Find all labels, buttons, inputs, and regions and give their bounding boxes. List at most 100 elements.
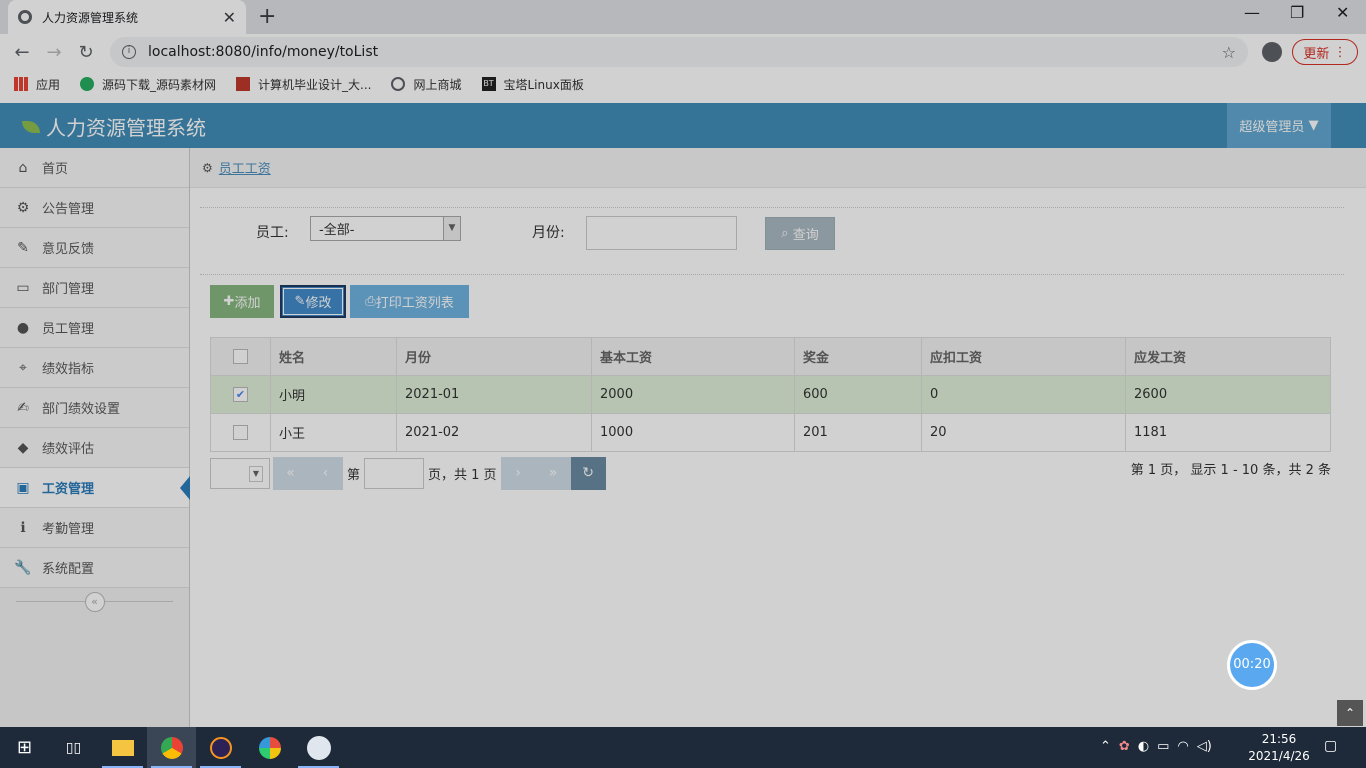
- bt-icon: BT: [481, 77, 496, 91]
- volume-icon[interactable]: ◁): [1197, 739, 1212, 754]
- site-info-icon[interactable]: i: [122, 45, 136, 59]
- sidebar-item-label: 绩效评估: [42, 442, 95, 457]
- table-cell: 2021-02: [396, 413, 592, 452]
- browser-tab[interactable]: 人力资源管理系统 ✕: [8, 0, 246, 34]
- query-button[interactable]: ⌕ 查询: [765, 217, 835, 250]
- row-checkbox[interactable]: [233, 425, 248, 440]
- update-button[interactable]: 更新 ⋮: [1292, 39, 1358, 65]
- edit-button[interactable]: ✎ 修改: [280, 285, 346, 318]
- bookmark-shop[interactable]: 网上商城: [391, 76, 462, 93]
- add-button[interactable]: ✚ 添加: [210, 285, 274, 318]
- prev-page-button[interactable]: ‹: [308, 457, 343, 490]
- month-label: 月份:: [532, 225, 565, 241]
- breadcrumb-link[interactable]: 员工工资: [219, 158, 271, 177]
- sidebar-item-home[interactable]: ⌂ 首页: [0, 148, 189, 188]
- sidebar-item-employee[interactable]: ● 员工管理: [0, 308, 189, 348]
- column-header[interactable]: 姓名: [270, 337, 397, 376]
- sidebar-item-label: 部门绩效设置: [42, 402, 121, 417]
- row-checkbox-checked[interactable]: ✔: [233, 387, 248, 402]
- month-input[interactable]: [586, 216, 737, 250]
- close-tab-icon[interactable]: ✕: [223, 8, 236, 27]
- sidebar-item-department[interactable]: ▭ 部门管理: [0, 268, 189, 308]
- paint-icon[interactable]: [245, 727, 294, 768]
- sidebar-item-label: 工资管理: [42, 482, 95, 497]
- notification-icon[interactable]: ▢: [1324, 738, 1337, 754]
- refresh-icon[interactable]: ↻: [570, 457, 606, 490]
- chrome-icon[interactable]: [147, 727, 196, 768]
- update-label: 更新: [1303, 46, 1330, 62]
- next-page-button[interactable]: ›: [500, 457, 536, 490]
- salary-table: 姓名 月份 基本工资 奖金 应扣工资 应发工资 ✔ 小明 2021-01 200…: [210, 337, 1331, 452]
- select-all-cell: [210, 337, 271, 376]
- first-page-button[interactable]: «: [273, 457, 308, 490]
- sidebar-item-notice[interactable]: ⚙ 公告管理: [0, 188, 189, 228]
- url-text[interactable]: localhost:8080/info/money/toList: [148, 44, 1222, 60]
- page-size-select[interactable]: ▼: [210, 458, 270, 489]
- minimize-icon[interactable]: —: [1244, 3, 1260, 22]
- table-row[interactable]: 小王 2021-02 1000 201 20 1181: [210, 413, 1331, 452]
- sidebar-item-evaluation[interactable]: ◆ 绩效评估: [0, 428, 189, 468]
- sidebar-item-dept-kpi[interactable]: ✍ 部门绩效设置: [0, 388, 189, 428]
- sidebar-item-kpi[interactable]: ⌖ 绩效指标: [0, 348, 189, 388]
- table-row[interactable]: ✔ 小明 2021-01 2000 600 0 2600: [210, 375, 1331, 414]
- bookmark-graduation[interactable]: 计算机毕业设计_大...: [236, 76, 371, 93]
- recording-timer[interactable]: 00:20: [1227, 640, 1277, 690]
- new-tab-icon[interactable]: +: [258, 4, 276, 29]
- page-info: 第 1 页， 显示 1 - 10 条，共 2 条: [1130, 463, 1331, 478]
- bookmark-label: 应用: [36, 77, 61, 92]
- column-header[interactable]: 月份: [396, 337, 592, 376]
- app-icon[interactable]: [294, 727, 343, 768]
- file-explorer-icon[interactable]: [98, 727, 147, 768]
- select-all-checkbox[interactable]: [233, 349, 248, 364]
- user-menu[interactable]: 超级管理员 ▼: [1227, 103, 1331, 148]
- print-salary-list-button[interactable]: ⎙ 打印工资列表: [350, 285, 469, 318]
- qq-icon[interactable]: ◐: [1138, 739, 1149, 754]
- bookmark-apps[interactable]: 应用: [14, 76, 60, 93]
- wifi-icon[interactable]: ◠: [1177, 739, 1188, 754]
- page-prefix: 第: [347, 468, 361, 483]
- bookmark-bt[interactable]: BT 宝塔Linux面板: [481, 76, 584, 93]
- app-brand[interactable]: 人力资源管理系统: [22, 112, 206, 141]
- table-cell: 201: [794, 413, 922, 452]
- column-header[interactable]: 应发工资: [1125, 337, 1331, 376]
- taskbar-clock[interactable]: 21:56 2021/4/26: [1246, 731, 1312, 765]
- eclipse-icon[interactable]: [196, 727, 245, 768]
- column-header[interactable]: 基本工资: [591, 337, 795, 376]
- last-page-button[interactable]: »: [535, 457, 571, 490]
- bookmark-source[interactable]: 源码下载_源码素材网: [80, 76, 216, 93]
- collapse-left-icon[interactable]: «: [84, 592, 105, 612]
- close-window-icon[interactable]: ✕: [1336, 3, 1349, 22]
- restore-icon[interactable]: ❐: [1290, 3, 1304, 22]
- gear-icon: ⚙: [16, 199, 30, 216]
- task-view-icon[interactable]: ▯▯: [49, 727, 98, 768]
- windows-start-icon[interactable]: ⊞: [0, 727, 49, 768]
- table-cell: 小王: [270, 413, 397, 452]
- employee-select[interactable]: -全部- ▼: [310, 216, 461, 241]
- table-cell: 2021-01: [396, 375, 592, 414]
- back-icon[interactable]: ←: [6, 42, 38, 63]
- page-number-input[interactable]: [364, 458, 425, 489]
- omnibox[interactable]: i localhost:8080/info/money/toList ☆: [110, 37, 1248, 67]
- sidebar-item-salary[interactable]: ▣ 工资管理: [0, 468, 190, 508]
- sidebar-item-feedback[interactable]: ✎ 意见反馈: [0, 228, 189, 268]
- crosshair-icon: ⌖: [19, 359, 27, 376]
- chevron-down-icon: ▼: [443, 217, 460, 240]
- employee-select-value: -全部-: [319, 223, 355, 238]
- edit-icon: ✍: [17, 399, 29, 416]
- forward-icon[interactable]: →: [38, 42, 70, 63]
- divider: [200, 207, 1344, 208]
- sidebar-item-attendance[interactable]: ℹ 考勤管理: [0, 508, 189, 548]
- network-icon[interactable]: ▭: [1157, 739, 1169, 754]
- table-cell: 1000: [591, 413, 795, 452]
- bookmark-star-icon[interactable]: ☆: [1222, 43, 1236, 62]
- profile-avatar-icon[interactable]: [1262, 42, 1282, 62]
- column-header[interactable]: 奖金: [794, 337, 922, 376]
- bookmark-label: 计算机毕业设计_大...: [258, 77, 372, 92]
- chevron-up-icon[interactable]: ⌃: [1100, 739, 1111, 754]
- reload-icon[interactable]: ↻: [70, 42, 102, 63]
- sidebar-item-settings[interactable]: 🔧 系统配置: [0, 548, 189, 588]
- leaf-icon: [22, 120, 40, 133]
- column-header[interactable]: 应扣工资: [921, 337, 1126, 376]
- tray-app-icon[interactable]: ✿: [1119, 739, 1130, 754]
- scroll-top-icon[interactable]: ⌃: [1337, 700, 1363, 726]
